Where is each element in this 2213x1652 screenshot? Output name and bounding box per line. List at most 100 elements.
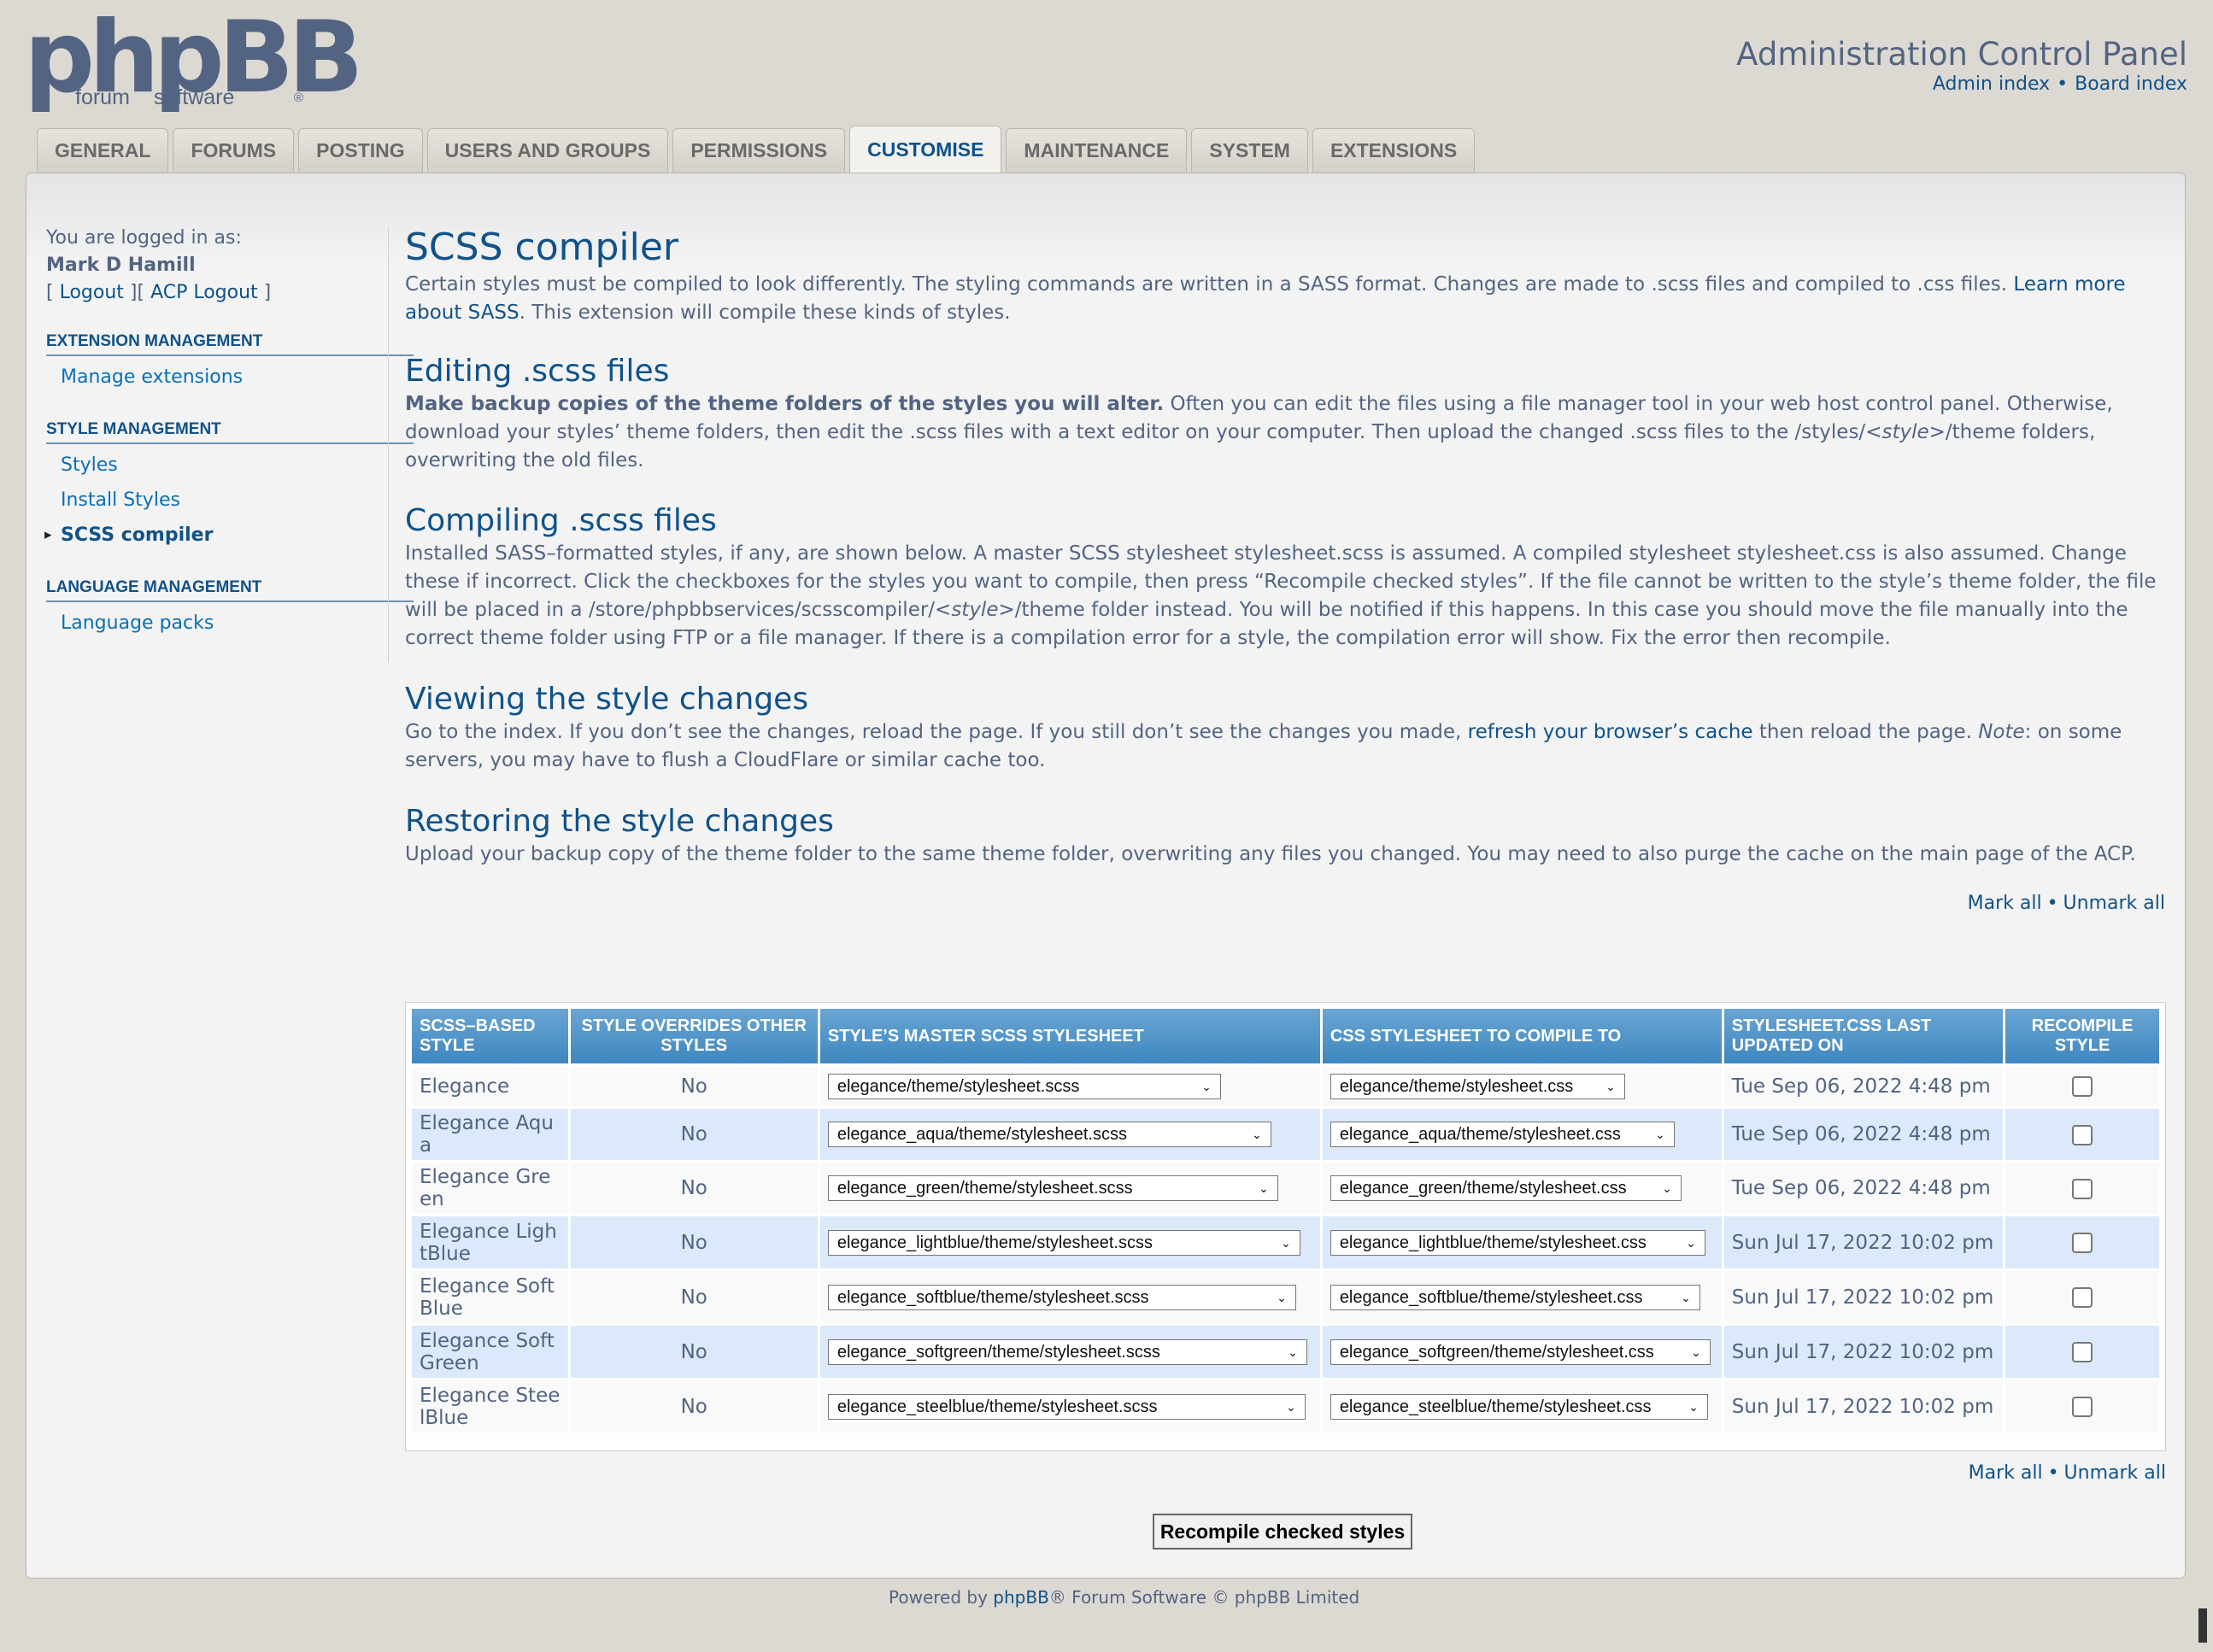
css-stylesheet-select[interactable]: elegance_softblue/theme/stylesheet.css ⌄	[1330, 1284, 1700, 1310]
scss-stylesheet-select[interactable]: elegance_lightblue/theme/stylesheet.scss…	[827, 1229, 1300, 1256]
updated-cell: Sun Jul 17, 2022 10:02 pm	[1723, 1326, 2004, 1378]
table-row: Elegance No elegance/theme/stylesheet.scss…	[412, 1066, 2159, 1106]
col-header-overrides: STYLE OVERRIDES OTHER STYLES	[570, 1009, 818, 1063]
board-index-link[interactable]: Board index	[2075, 73, 2187, 95]
scss-stylesheet-select[interactable]: elegance_softblue/theme/stylesheet.scss ⌄	[827, 1284, 1296, 1310]
sidebar-item-scss-compiler[interactable]: SCSS compiler	[44, 518, 414, 553]
tab-customise[interactable]: CUSTOMISE	[849, 126, 1002, 173]
footer: Powered by phpBB® Forum Software © phpBB…	[889, 1587, 1360, 1608]
scss-stylesheet-select[interactable]: elegance_green/theme/stylesheet.scss ⌄	[827, 1175, 1278, 1201]
phpbb-footer-link[interactable]: phpBB	[993, 1587, 1049, 1608]
css-stylesheet-select[interactable]: elegance_lightblue/theme/stylesheet.css ⌄	[1330, 1229, 1705, 1256]
tab-users-and-groups[interactable]: USERS AND GROUPS	[426, 128, 669, 173]
tab-posting[interactable]: POSTING	[298, 128, 423, 173]
recompile-cell	[2005, 1066, 2159, 1106]
username: Mark D Hamill	[46, 255, 196, 276]
phpbb-logo[interactable]: phpBB forum software ®	[24, 9, 363, 114]
css-select-value: elegance_aqua/theme/stylesheet.css	[1339, 1125, 1621, 1144]
main-panel: You are logged in as: Mark D Hamill [ Lo…	[26, 173, 2186, 1579]
recompile-button[interactable]: Recompile checked styles	[1153, 1514, 1412, 1549]
scrollbar-thumb[interactable]	[2198, 1608, 2207, 1643]
admin-index-link[interactable]: Admin index	[1933, 73, 2050, 95]
updated-cell: Sun Jul 17, 2022 10:02 pm	[1723, 1380, 2004, 1432]
recompile-checkbox[interactable]	[2072, 1287, 2093, 1308]
recompile-checkbox[interactable]	[2072, 1124, 2093, 1145]
overrides-cell: No	[570, 1271, 818, 1323]
recompile-cell	[2005, 1216, 2159, 1268]
refresh-cache-link[interactable]: refresh your browser’s cache	[1468, 721, 1753, 743]
logout-link[interactable]: Logout	[60, 282, 124, 303]
style-name-cell: Elegance LightBlue	[412, 1216, 568, 1268]
scss-stylesheet-select[interactable]: elegance/theme/stylesheet.scss ⌄	[827, 1073, 1221, 1099]
mark-all-link[interactable]: Mark all	[1968, 893, 2042, 914]
mark-all-link[interactable]: Mark all	[1969, 1462, 2043, 1484]
overrides-cell: No	[570, 1216, 818, 1268]
tab-forums[interactable]: FORUMS	[173, 128, 295, 173]
editing-paragraph: Make backup copies of the theme folders …	[405, 393, 2113, 472]
sidebar-item-manage-extensions[interactable]: Manage extensions	[46, 360, 414, 395]
main-tabs: GENERAL FORUMS POSTING USERS AND GROUPS PERM…	[37, 126, 1476, 173]
style-name-cell: Elegance Aqua	[412, 1109, 568, 1160]
col-header-recompile: RECOMPILE STYLE	[2005, 1009, 2159, 1063]
unmark-all-link[interactable]: Unmark all	[2064, 1462, 2166, 1484]
css-stylesheet-select[interactable]: elegance/theme/stylesheet.css ⌄	[1330, 1073, 1625, 1099]
css-cell: elegance/theme/stylesheet.css ⌄	[1322, 1066, 1722, 1106]
restoring-heading: Restoring the style changes	[405, 804, 834, 839]
tab-general[interactable]: GENERAL	[37, 128, 169, 173]
recompile-checkbox[interactable]	[2072, 1342, 2093, 1362]
sidebar-divider	[388, 228, 389, 662]
scss-stylesheet-select[interactable]: elegance_softgreen/theme/stylesheet.scss…	[827, 1339, 1307, 1365]
acp-title: Administration Control Panel	[1736, 36, 2187, 73]
styles-table-container: SCSS–BASED STYLE STYLE OVERRIDES OTHER S…	[405, 1002, 2166, 1451]
chevron-down-icon: ⌄	[1691, 1344, 1701, 1359]
scss-stylesheet-select[interactable]: elegance_aqua/theme/stylesheet.scss ⌄	[827, 1122, 1271, 1147]
chevron-down-icon: ⌄	[1605, 1079, 1616, 1093]
recompile-checkbox[interactable]	[2072, 1397, 2093, 1417]
sidebar-heading: STYLE MANAGEMENT	[46, 420, 414, 444]
scss-stylesheet-select[interactable]: elegance_steelblue/theme/stylesheet.scss…	[827, 1393, 1306, 1420]
css-cell: elegance_aqua/theme/stylesheet.css ⌄	[1322, 1109, 1722, 1160]
chevron-down-icon: ⌄	[1277, 1290, 1287, 1304]
table-header-row: SCSS–BASED STYLE STYLE OVERRIDES OTHER S…	[412, 1009, 2159, 1063]
tab-extensions[interactable]: EXTENSIONS	[1312, 128, 1476, 173]
updated-cell: Tue Sep 06, 2022 4:48 pm	[1723, 1163, 2004, 1214]
page-title: SCSS compiler	[405, 226, 679, 269]
table-row: Elegance Green No elegance_green/theme/sty…	[412, 1163, 2159, 1214]
css-cell: elegance_steelblue/theme/stylesheet.css ⌄	[1322, 1380, 1722, 1432]
css-select-value: elegance/theme/stylesheet.css	[1339, 1076, 1574, 1096]
style-name-cell: Elegance Green	[412, 1163, 568, 1214]
css-stylesheet-select[interactable]: elegance_aqua/theme/stylesheet.css ⌄	[1330, 1122, 1675, 1147]
sidebar-item-styles[interactable]: Styles	[46, 448, 414, 483]
style-name-cell: Elegance SteelBlue	[412, 1380, 568, 1432]
css-stylesheet-select[interactable]: elegance_green/theme/stylesheet.css ⌄	[1330, 1175, 1682, 1201]
css-stylesheet-select[interactable]: elegance_steelblue/theme/stylesheet.css ⌄	[1330, 1393, 1708, 1420]
scss-cell: elegance_softblue/theme/stylesheet.scss ⌄	[819, 1271, 1320, 1323]
recompile-checkbox[interactable]	[2072, 1178, 2093, 1199]
separator-bullet: •	[2057, 73, 2069, 95]
logo-registered-mark: ®	[294, 91, 304, 105]
mark-bar-bottom: Mark all • Unmark all	[1968, 1462, 2166, 1484]
tab-permissions[interactable]: PERMISSIONS	[672, 128, 846, 173]
overrides-cell: No	[570, 1109, 818, 1160]
mark-bar-top: Mark all • Unmark all	[1967, 893, 2165, 914]
recompile-checkbox[interactable]	[2072, 1076, 2093, 1097]
tab-system[interactable]: SYSTEM	[1191, 128, 1308, 173]
sidebar-item-install-styles[interactable]: Install Styles	[46, 483, 414, 518]
css-select-value: elegance_softgreen/theme/stylesheet.css	[1339, 1342, 1654, 1362]
col-header-css: CSS STYLESHEET TO COMPILE TO	[1322, 1009, 1722, 1063]
overrides-cell: No	[570, 1380, 818, 1432]
unmark-all-link[interactable]: Unmark all	[2063, 893, 2165, 914]
sidebar: You are logged in as: Mark D Hamill [ Lo…	[44, 225, 414, 641]
intro-paragraph: Certain styles must be compiled to look …	[405, 273, 2126, 324]
css-stylesheet-select[interactable]: elegance_softgreen/theme/stylesheet.css ⌄	[1330, 1339, 1711, 1365]
sidebar-heading: LANGUAGE MANAGEMENT	[46, 578, 414, 602]
scss-cell: elegance/theme/stylesheet.scss ⌄	[819, 1066, 1320, 1106]
recompile-cell	[2005, 1109, 2159, 1160]
acp-logout-link[interactable]: ACP Logout	[150, 282, 258, 303]
sidebar-item-language-packs[interactable]: Language packs	[46, 606, 414, 641]
restoring-paragraph: Upload your backup copy of the theme fol…	[405, 843, 2136, 865]
recompile-checkbox[interactable]	[2072, 1233, 2093, 1253]
scss-select-value: elegance_softgreen/theme/stylesheet.scss	[836, 1342, 1160, 1362]
style-name-cell: Elegance	[412, 1066, 568, 1106]
tab-maintenance[interactable]: MAINTENANCE	[1006, 128, 1188, 173]
